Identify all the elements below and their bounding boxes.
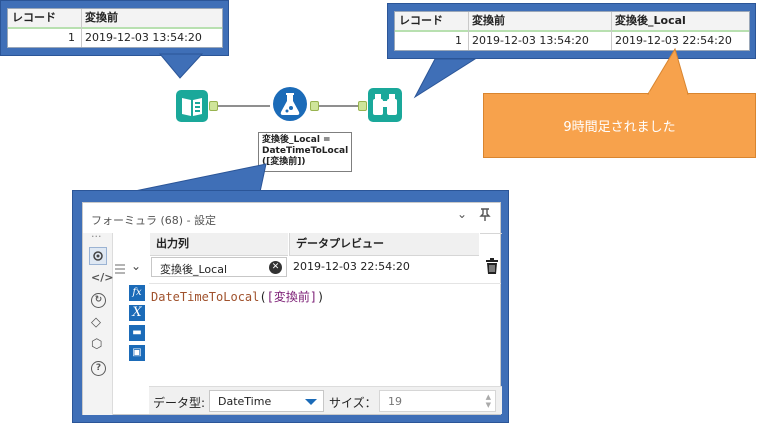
formula-config-window: フォーミュラ (68) - 設定 ⌄ ... </> ↻ ◇ ⬡ ? 出力列 デ… <box>82 202 502 416</box>
expand-row-chevron[interactable]: ⌄ <box>131 259 141 273</box>
function-fx-button[interactable]: fx <box>129 285 145 301</box>
output-field-value: 変換後_Local <box>160 263 228 276</box>
expr-function-token: DateTimeToLocal <box>151 290 260 304</box>
before-value: 2019-12-03 13:54:20 <box>85 31 202 44</box>
size-stepper[interactable]: 19 ▲ ▼ <box>379 390 496 412</box>
output-field-input[interactable]: 変換後_Local ✕ <box>151 257 287 277</box>
data-type-label: データ型: <box>153 396 206 410</box>
connection-line-1 <box>218 105 270 107</box>
column-header-before: 変換前 <box>472 14 505 27</box>
size-label: サイズ： <box>329 396 377 410</box>
connection-progress-icon[interactable]: ↻ <box>91 293 106 308</box>
help-icon[interactable]: ? <box>91 361 106 376</box>
cube-icon[interactable]: ⬡ <box>91 337 102 352</box>
expression-editor[interactable]: DateTimeToLocal([変換前]) <box>149 283 501 383</box>
column-header-preview: データプレビュー <box>289 233 479 256</box>
record-number: 1 <box>455 34 462 47</box>
pin-icon[interactable] <box>479 208 491 222</box>
connection-line-2 <box>319 105 360 107</box>
row-handle[interactable] <box>115 263 125 275</box>
record-number: 1 <box>68 31 75 44</box>
variables-x-button[interactable]: X <box>129 305 145 321</box>
stepper-up-icon[interactable]: ▲ <box>486 393 491 401</box>
note-pointer <box>647 47 689 95</box>
delete-trash-icon[interactable] <box>485 258 499 274</box>
expression-grid: 出力列 データプレビュー ⌄ 変換後_Local ✕ 2019-12-03 22… <box>113 233 502 416</box>
input-output-anchor[interactable] <box>209 101 218 111</box>
time-added-note: 9時間足されました <box>483 93 756 158</box>
config-callout: フォーミュラ (68) - 設定 ⌄ ... </> ↻ ◇ ⬡ ? 出力列 デ… <box>72 190 509 423</box>
input-preview-table: レコード 変換前 1 2019-12-03 13:54:20 <box>7 8 223 48</box>
column-header-output: 出力列 <box>150 233 288 256</box>
tag-icon[interactable]: ◇ <box>91 315 101 330</box>
expr-field-token: [変換前] <box>266 290 318 304</box>
column-header-record: レコード <box>399 14 443 27</box>
column-header-after-local: 変換後_Local <box>615 14 686 27</box>
input-tool-icon[interactable] <box>176 90 208 122</box>
expr-paren-open: ( <box>259 290 267 304</box>
code-view-icon[interactable]: </> <box>91 271 113 284</box>
formula-input-anchor[interactable] <box>310 101 319 111</box>
config-sidebar: ... </> ↻ ◇ ⬡ ? <box>83 227 113 415</box>
sidebar-more-dots: ... <box>91 227 102 240</box>
settings-gear-icon[interactable] <box>89 247 107 265</box>
browse-input-anchor[interactable] <box>358 101 367 111</box>
data-type-value: DateTime <box>218 395 272 408</box>
dropdown-arrow-icon <box>305 399 317 405</box>
browse-tool-icon[interactable] <box>368 88 402 122</box>
config-title: フォーミュラ (68) - 設定 <box>91 214 217 227</box>
note-text: 9時間足されました <box>563 120 676 135</box>
stepper-down-icon[interactable]: ▼ <box>486 401 491 409</box>
preview-value: 2019-12-03 22:54:20 <box>293 260 410 273</box>
before-value: 2019-12-03 13:54:20 <box>472 34 589 47</box>
clear-field-icon[interactable]: ✕ <box>269 261 282 274</box>
save-disk-icon[interactable]: ▣ <box>129 345 145 361</box>
input-preview-callout: レコード 変換前 1 2019-12-03 13:54:20 <box>0 0 229 56</box>
expr-paren-close: ) <box>317 290 325 304</box>
column-header-record: レコード <box>12 11 56 24</box>
collapse-icon[interactable]: ⌄ <box>457 207 467 221</box>
column-header-blank <box>480 233 502 234</box>
data-type-select[interactable]: DateTime <box>209 390 324 412</box>
open-folder-icon[interactable]: ▬ <box>129 325 145 341</box>
size-value: 19 <box>388 395 402 408</box>
formula-tool-icon[interactable] <box>272 86 308 122</box>
type-bar: データ型: DateTime サイズ： 19 ▲ ▼ <box>149 386 502 414</box>
column-header-before: 変換前 <box>85 11 118 24</box>
